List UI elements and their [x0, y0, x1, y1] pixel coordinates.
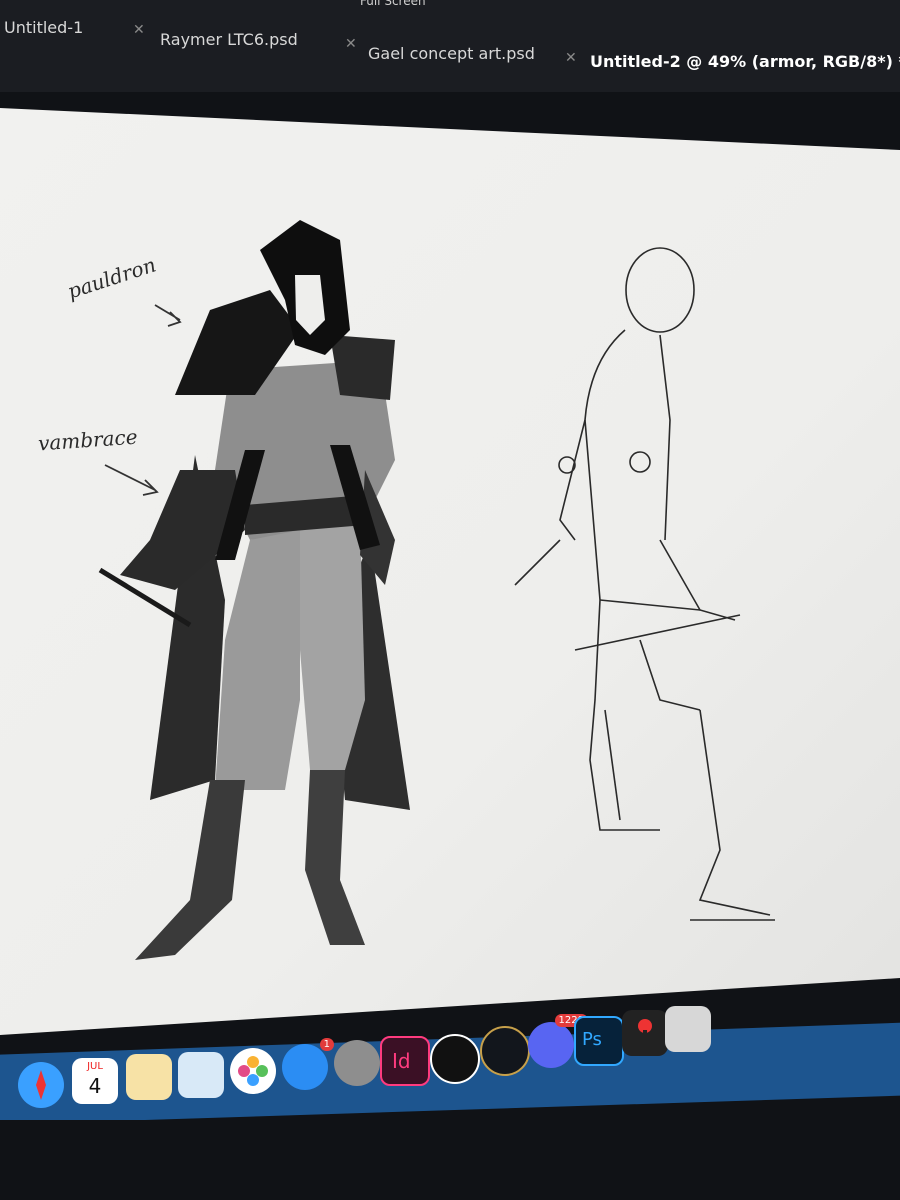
- joystick-icon[interactable]: [622, 1010, 668, 1056]
- league-icon[interactable]: [480, 1026, 530, 1076]
- menu-title: Full Screen: [360, 0, 426, 8]
- calendar-day: 4: [88, 1074, 102, 1098]
- tab-untitled-1[interactable]: Untitled-1: [4, 18, 83, 37]
- tab-gael-concept-art[interactable]: Gael concept art.psd: [368, 44, 535, 63]
- obs-icon[interactable]: [430, 1034, 480, 1084]
- app-store-icon[interactable]: 1: [282, 1038, 334, 1090]
- calendar-icon[interactable]: JUL 4: [72, 1058, 118, 1104]
- tab-untitled-2-active[interactable]: Untitled-2 @ 49% (armor, RGB/8*) *: [590, 52, 900, 71]
- photos-icon[interactable]: [230, 1048, 276, 1094]
- system-preferences-icon[interactable]: [334, 1040, 380, 1086]
- close-icon[interactable]: ✕: [565, 50, 577, 66]
- screenshot-icon[interactable]: [665, 1006, 711, 1052]
- app-store-badge: 1: [319, 1038, 334, 1051]
- tab-raymer-ltc6[interactable]: Raymer LTC6.psd: [160, 30, 298, 49]
- calendar-month: JUL: [87, 1061, 103, 1072]
- discord-icon[interactable]: 1229: [528, 1014, 588, 1068]
- indesign-icon[interactable]: Id: [380, 1036, 430, 1086]
- close-icon[interactable]: ✕: [345, 36, 357, 52]
- photoshop-icon[interactable]: Ps: [574, 1016, 624, 1066]
- preview-icon[interactable]: [178, 1052, 224, 1098]
- indesign-label: Id: [392, 1049, 411, 1073]
- notes-icon[interactable]: [126, 1054, 172, 1100]
- document-tab-bar: Full Screen Untitled-1 ✕ Raymer LTC6.psd…: [0, 0, 900, 92]
- safari-icon[interactable]: [18, 1062, 64, 1108]
- photoshop-label: Ps: [582, 1029, 602, 1050]
- close-icon[interactable]: ✕: [133, 22, 145, 38]
